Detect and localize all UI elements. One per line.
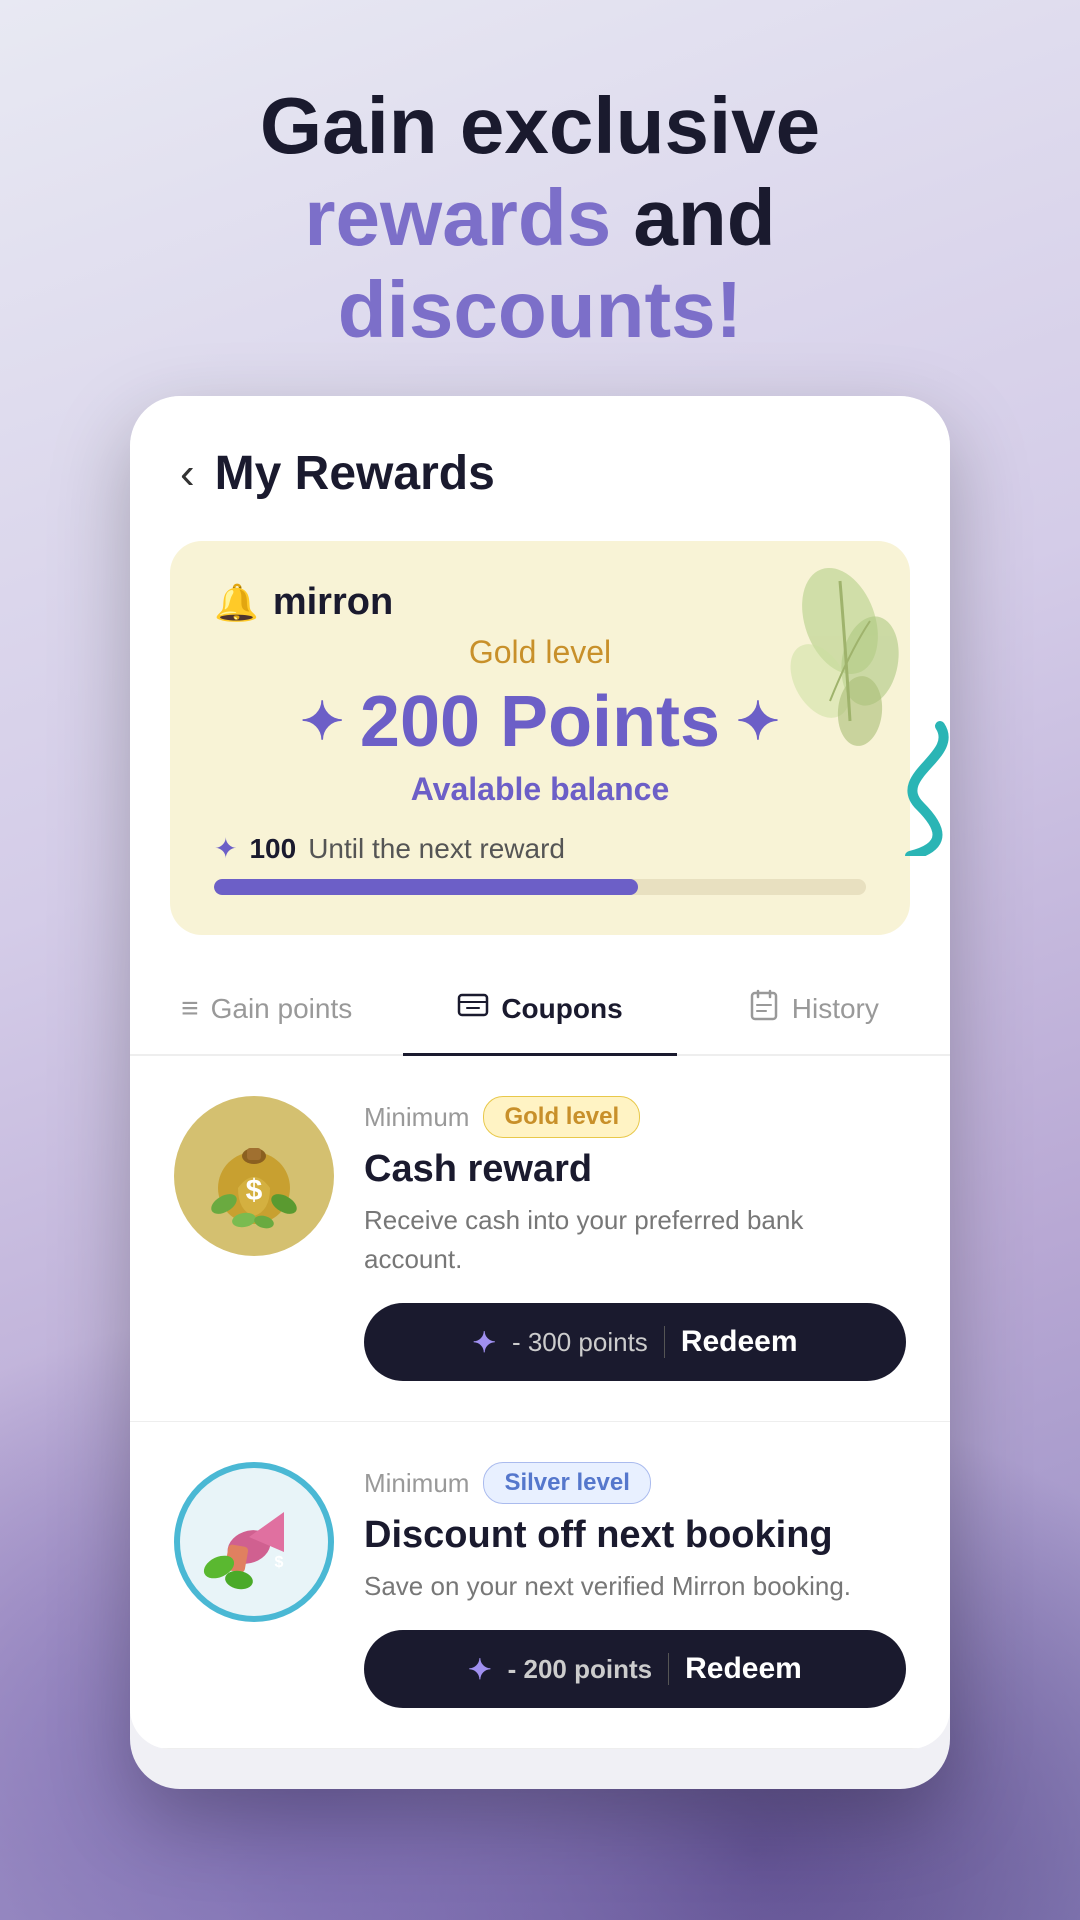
next-reward-sparkle: ✦ — [214, 832, 237, 865]
balance-label: Avalable balance — [214, 771, 866, 808]
discount-redeem-label: Redeem — [685, 1652, 802, 1686]
svg-text:$: $ — [246, 1174, 263, 1207]
teal-swirl-decoration — [870, 716, 950, 875]
coupon-item-discount: $ Minimum Silver level Discount off next… — [130, 1422, 950, 1749]
discount-minimum-label: Minimum — [364, 1468, 469, 1499]
brand-name: mirron — [273, 581, 393, 624]
next-reward-row: ✦ 100 Until the next reward — [214, 832, 866, 865]
coupon-item-cash: $ Minimum Gold level Cash reward Receive — [130, 1056, 950, 1422]
app-content: ‹ My Rewards 🔔 mirron Gold level — [130, 396, 950, 1749]
cash-redeem-label: Redeem — [681, 1325, 798, 1359]
discount-image: $ — [174, 1462, 334, 1622]
cash-reward-title: Cash reward — [364, 1148, 906, 1191]
discount-desc: Save on your next verified Mirron bookin… — [364, 1567, 906, 1606]
gain-points-icon: ≡ — [181, 992, 199, 1026]
svg-text:$: $ — [275, 1554, 284, 1571]
header-section: Gain exclusive rewards and discounts! — [0, 0, 1080, 396]
discount-level-badge: Silver level — [483, 1462, 650, 1504]
cash-minimum-row: Minimum Gold level — [364, 1096, 906, 1138]
nav-bar: ‹ My Rewards — [130, 396, 950, 521]
discount-minimum-row: Minimum Silver level — [364, 1462, 906, 1504]
tab-gain-points[interactable]: ≡ Gain points — [130, 965, 403, 1056]
cash-minimum-label: Minimum — [364, 1102, 469, 1133]
sparkle-left: ✦ — [300, 692, 344, 752]
progress-bar-background — [214, 879, 866, 895]
coupons-icon — [457, 989, 489, 1029]
discount-details: Minimum Silver level Discount off next b… — [364, 1462, 906, 1708]
points-card: 🔔 mirron Gold level ✦ 200 Points ✦ Avala… — [170, 541, 910, 935]
btn-divider-2 — [668, 1653, 669, 1685]
btn-divider — [664, 1326, 665, 1358]
cash-redeem-button[interactable]: ✦ - 300 points Redeem — [364, 1303, 906, 1381]
main-headline: Gain exclusive rewards and discounts! — [60, 80, 1020, 356]
progress-bar-fill — [214, 879, 638, 895]
discount-redeem-button[interactable]: ✦ - 200 points Redeem — [364, 1630, 906, 1708]
discount-redeem-sparkle: ✦ — [468, 1653, 491, 1686]
cash-reward-image: $ — [174, 1096, 334, 1256]
discount-title: Discount off next booking — [364, 1514, 906, 1557]
cash-level-badge: Gold level — [483, 1096, 640, 1138]
tab-history-label: History — [792, 993, 879, 1025]
tab-gain-points-label: Gain points — [211, 993, 353, 1025]
cash-reward-details: Minimum Gold level Cash reward Receive c… — [364, 1096, 906, 1381]
next-reward-text: Until the next reward — [308, 833, 565, 865]
tab-coupons-label: Coupons — [501, 993, 622, 1025]
page-title: My Rewards — [215, 446, 495, 501]
phone-card: ‹ My Rewards 🔔 mirron Gold level — [130, 396, 950, 1789]
tabs-bar: ≡ Gain points Coupons — [130, 965, 950, 1056]
history-icon — [748, 989, 780, 1029]
cash-reward-desc: Receive cash into your preferred bank ac… — [364, 1201, 906, 1279]
brand-icon: 🔔 — [214, 582, 259, 624]
next-reward-number: 100 — [249, 833, 296, 865]
redeem-sparkle-icon: ✦ — [472, 1326, 495, 1359]
back-button[interactable]: ‹ — [180, 449, 195, 499]
cash-points-cost: - 300 points — [512, 1327, 648, 1358]
coupon-list: $ Minimum Gold level Cash reward Receive — [130, 1056, 950, 1749]
tab-history[interactable]: History — [677, 965, 950, 1056]
discount-points-cost: - 200 points — [508, 1654, 652, 1685]
points-value: 200 Points — [360, 681, 720, 763]
tab-coupons[interactable]: Coupons — [403, 965, 676, 1056]
